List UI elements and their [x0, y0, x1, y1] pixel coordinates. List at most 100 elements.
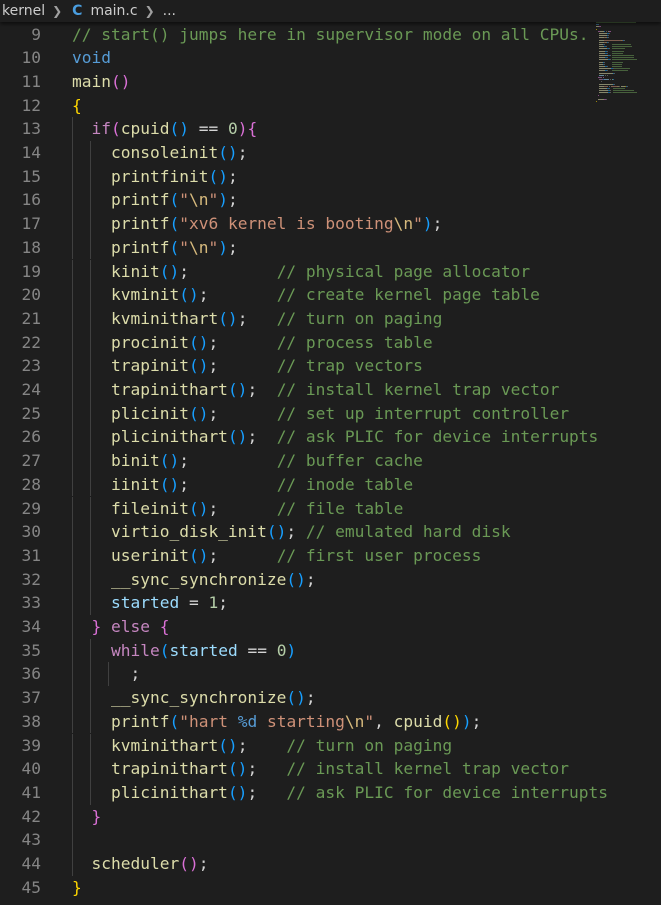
line-number: 41	[21, 782, 42, 802]
code-token: ()	[169, 119, 189, 139]
code-line[interactable]: 12 {	[0, 94, 661, 118]
code-token: plicinit	[110, 403, 189, 423]
code-line[interactable]: 19 kinit(); // physical page allocator	[0, 259, 661, 284]
line-number: 18	[21, 237, 42, 257]
code-editor[interactable]: 9 // start() jumps here in supervisor mod…	[0, 22, 661, 905]
code-line[interactable]: 42 }	[0, 804, 661, 829]
code-token: ;	[237, 735, 287, 755]
code-line[interactable]: 33 started = 1;	[0, 591, 661, 615]
line-number: 45	[21, 877, 42, 897]
breadcrumb-more[interactable]: ...	[161, 3, 178, 19]
code-token: (	[169, 711, 180, 731]
code-token: 0	[276, 640, 287, 660]
breadcrumb-file-main-c[interactable]: main.c	[88, 3, 139, 19]
code-line[interactable]: 13 if(cpuid() == 0){	[0, 117, 661, 141]
minimap-stroke	[608, 37, 609, 39]
breadcrumb: kernel ❯ C main.c ❯ ...	[0, 0, 661, 22]
code-token: }	[91, 617, 102, 636]
code-text: printf("xv6 kernel is booting\n");	[72, 212, 442, 236]
code-line[interactable]: 16 printf("\n");	[0, 188, 661, 213]
code-line[interactable]: 24 trapinithart(); // install kernel tra…	[0, 378, 661, 402]
code-token: userinit	[110, 545, 189, 565]
code-token: consoleinit	[110, 143, 219, 162]
code-line[interactable]: 31 userinit(); // first user process	[0, 543, 661, 568]
code-token: virtio_disk_init	[110, 522, 267, 542]
code-line[interactable]: 9 // start() jumps here in supervisor mod…	[0, 23, 661, 47]
minimap-stroke	[611, 44, 632, 45]
code-line[interactable]: 11 main()	[0, 70, 661, 94]
code-token: ;	[218, 593, 228, 613]
code-token: %d	[237, 711, 258, 731]
code-token: // install kernel trap vector	[286, 759, 570, 779]
code-line[interactable]: 32 __sync_synchronize();	[0, 567, 661, 592]
code-line[interactable]: 23 trapinit(); // trap vectors	[0, 354, 661, 378]
code-token: ,	[374, 711, 394, 731]
code-line[interactable]: 44 scheduler();	[0, 852, 661, 876]
code-line[interactable]: 30 virtio_disk_init(); // emulated hard …	[0, 520, 661, 544]
minimap-stroke	[612, 79, 614, 81]
minimap-stroke	[596, 22, 636, 23]
code-token: cpuid	[393, 711, 443, 731]
code-token: ()	[179, 285, 199, 305]
minimap-stroke	[603, 79, 609, 81]
breadcrumb-folder-kernel[interactable]: kernel	[0, 3, 47, 19]
code-line[interactable]: 14 consoleinit();	[0, 141, 661, 165]
minimap-stroke	[599, 68, 611, 70]
code-token: ()	[227, 427, 248, 447]
c-file-icon: C	[72, 3, 83, 19]
code-line[interactable]: 17 printf("xv6 kernel is booting\n");	[0, 212, 661, 236]
code-line[interactable]: 40 trapinithart(); // install kernel tra…	[0, 757, 661, 781]
code-line[interactable]: 25 plicinit(); // set up interrupt contr…	[0, 401, 661, 426]
minimap-stroke	[611, 59, 637, 61]
code-token: (	[159, 640, 170, 660]
minimap-stroke	[599, 88, 608, 89]
code-line[interactable]: 27 binit(); // buffer cache	[0, 449, 661, 473]
code-token: ;	[237, 308, 277, 328]
minimap-stroke	[626, 85, 628, 87]
code-line[interactable]: 22 procinit(); // process table	[0, 330, 661, 355]
minimap-stroke	[596, 24, 599, 26]
code-line[interactable]: 38 printf("hart %d starting\n", cpuid())…	[0, 709, 661, 734]
minimap-stroke	[599, 83, 613, 85]
code-line[interactable]: 41 plicinithart(); // ask PLIC for devic…	[0, 780, 661, 805]
code-token: ()	[218, 308, 238, 328]
minimap[interactable]	[596, 22, 656, 122]
code-token: ;	[198, 285, 277, 305]
code-token: if	[91, 119, 112, 139]
code-text: // start() jumps here in supervisor mode…	[72, 23, 589, 47]
code-line[interactable]: 28 iinit(); // inode table	[0, 472, 661, 497]
minimap-stroke	[608, 35, 609, 37]
code-token: trapinit	[110, 356, 189, 376]
code-line[interactable]: 34 } else {	[0, 615, 661, 639]
code-line[interactable]: 37 __sync_synchronize();	[0, 686, 661, 710]
code-line[interactable]: 36 ;	[0, 662, 661, 687]
code-token: "hart	[179, 711, 238, 731]
code-line[interactable]: 29 fileinit(); // file table	[0, 496, 661, 521]
code-line[interactable]: 20 kvminit(); // create kernel page tabl…	[0, 283, 661, 307]
code-line[interactable]: 18 printf("\n");	[0, 235, 661, 260]
code-token: kvminithart	[110, 308, 219, 328]
minimap-stroke	[611, 46, 632, 48]
code-text: scheduler();	[72, 852, 209, 876]
code-line[interactable]: 21 kvminithart(); // turn on paging	[0, 306, 661, 331]
code-line[interactable]: 10 void	[0, 46, 661, 70]
code-line[interactable]: 35 while(started == 0)	[0, 638, 661, 663]
code-token: "	[179, 190, 189, 210]
code-line[interactable]: 15 printfinit();	[0, 164, 661, 189]
line-number: 12	[21, 95, 42, 115]
code-token: // trap vectors	[276, 356, 423, 376]
code-line[interactable]: 43	[0, 828, 661, 852]
code-line[interactable]: 45}	[0, 876, 661, 900]
code-line[interactable]: 26 plicinithart(); // ask PLIC for devic…	[0, 425, 661, 450]
code-line[interactable]: 39 kvminithart(); // turn on paging	[0, 733, 661, 758]
minimap-stroke	[604, 61, 606, 63]
code-token: {	[72, 95, 82, 115]
code-token: =	[179, 593, 209, 613]
minimap-stroke	[612, 90, 635, 92]
code-token: \n	[188, 190, 209, 210]
